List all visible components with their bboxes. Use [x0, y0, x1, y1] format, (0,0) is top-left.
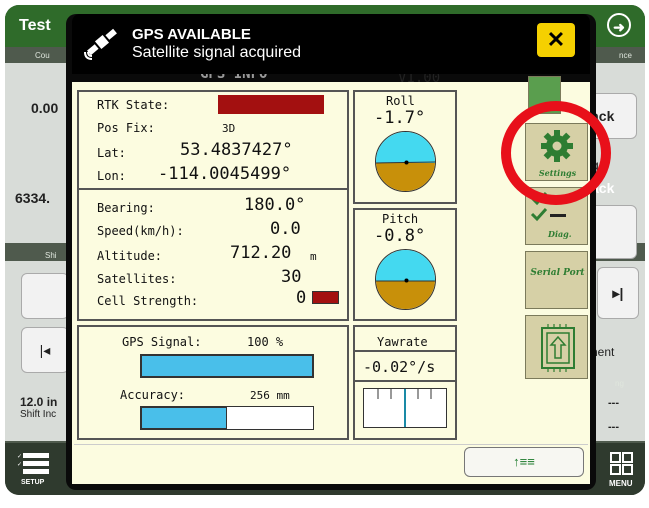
background-previous-button[interactable]: |◂ — [21, 327, 69, 373]
speed-label: Speed(km/h): — [97, 224, 184, 238]
yawrate-value: -0.02°/s — [363, 358, 436, 376]
close-button[interactable]: ✕ — [537, 23, 575, 57]
background-right-header: nce — [619, 51, 632, 60]
background-next-button[interactable]: ▸| — [597, 267, 639, 319]
setup-icon: ✓ ✓ — [17, 453, 49, 474]
yawrate-ticks — [377, 389, 432, 427]
satellites-value: 30 — [281, 267, 302, 287]
cell-strength-value: 0 — [296, 288, 307, 308]
chip-upload-icon — [541, 324, 575, 372]
roll-label: Roll — [386, 94, 415, 108]
background-dash-1: --- — [608, 397, 619, 409]
notification-subtitle: Satellite signal acquired — [132, 44, 301, 61]
notification-title: GPS AVAILABLE — [132, 26, 251, 43]
background-right-tile-2[interactable] — [590, 205, 637, 259]
upload-button-label: ↑≡≡ — [513, 454, 535, 469]
pitch-label: Pitch — [382, 212, 419, 226]
rtk-state-indicator — [218, 95, 324, 114]
accuracy-value: 256 mm — [250, 389, 290, 402]
altitude-label: Altitude: — [97, 249, 163, 263]
close-icon: ✕ — [546, 27, 566, 52]
setup-button[interactable]: ✓ ✓ SETUP — [15, 449, 55, 489]
background-left-tile[interactable] — [21, 273, 69, 319]
gps-info-divider — [77, 188, 349, 190]
pos-fix-value: 3D — [222, 122, 236, 135]
altitude-unit: m — [310, 250, 317, 263]
cell-strength-indicator — [312, 291, 339, 304]
upload-button[interactable]: ↑≡≡ — [464, 447, 584, 477]
background-shift-header: Shi — [45, 251, 57, 260]
gps-signal-bar — [140, 354, 314, 378]
background-left-panel — [5, 63, 67, 243]
lat-value: 53.4837427° — [180, 140, 293, 160]
pos-fix-label: Pos Fix: — [97, 121, 155, 135]
roll-attitude-gauge — [375, 131, 436, 192]
gps-signal-label: GPS Signal: — [122, 335, 202, 349]
background-bottom-sub: Shift Inc — [20, 409, 57, 420]
speed-value: 0.0 — [270, 219, 301, 239]
annotation-circle — [501, 101, 611, 205]
svg-text:✓: ✓ — [17, 453, 22, 460]
lon-value: -114.0045499° — [158, 164, 292, 184]
menu-grid-icon — [610, 452, 633, 475]
altitude-value: 712.20 — [230, 243, 292, 263]
roll-value: -1.7° — [374, 108, 426, 128]
yawrate-divider-top — [353, 350, 457, 352]
serial-port-button[interactable]: Serial Port — [525, 251, 588, 309]
setup-label: SETUP — [21, 479, 45, 486]
svg-text:✓: ✓ — [17, 461, 22, 468]
yawrate-scale — [363, 388, 447, 428]
pitch-value: -0.8° — [374, 226, 426, 246]
bottom-divider — [74, 444, 588, 445]
satellites-label: Satellites: — [97, 272, 177, 286]
background-title: Test — [19, 17, 51, 34]
background-bottom-value: 12.0 in — [20, 395, 58, 409]
forward-arrow-icon[interactable]: ➜ — [607, 13, 631, 37]
yawrate-label: Yawrate — [377, 335, 428, 349]
pitch-attitude-gauge — [375, 249, 436, 310]
diagnostics-label: Diag. — [548, 229, 572, 239]
cell-strength-label: Cell Strength: — [97, 294, 199, 308]
background-dash-2: --- — [608, 421, 619, 433]
lat-label: Lat: — [97, 146, 126, 160]
background-left-header: Cou — [35, 51, 50, 60]
yawrate-divider-bottom — [353, 380, 457, 382]
menu-button[interactable]: MENU — [601, 449, 641, 489]
accuracy-label: Accuracy: — [120, 388, 186, 402]
rtk-state-label: RTK State: — [97, 98, 170, 112]
serial-port-label: Serial Port — [530, 268, 585, 278]
bearing-label: Bearing: — [97, 201, 155, 215]
firmware-update-button[interactable] — [525, 315, 588, 379]
background-right-small: ng — [615, 379, 624, 388]
satellite-icon — [84, 28, 117, 60]
bearing-value: 180.0° — [244, 195, 306, 215]
gps-signal-value: 100 % — [247, 335, 284, 349]
accuracy-bar-fill — [141, 407, 227, 429]
background-value-2: 6334. — [15, 190, 51, 206]
lon-label: Lon: — [97, 169, 126, 183]
gps-signal-bar-fill — [141, 355, 313, 377]
background-value-1: 0.00 — [31, 100, 59, 116]
accuracy-bar — [140, 406, 314, 430]
menu-label: MENU — [609, 479, 633, 488]
